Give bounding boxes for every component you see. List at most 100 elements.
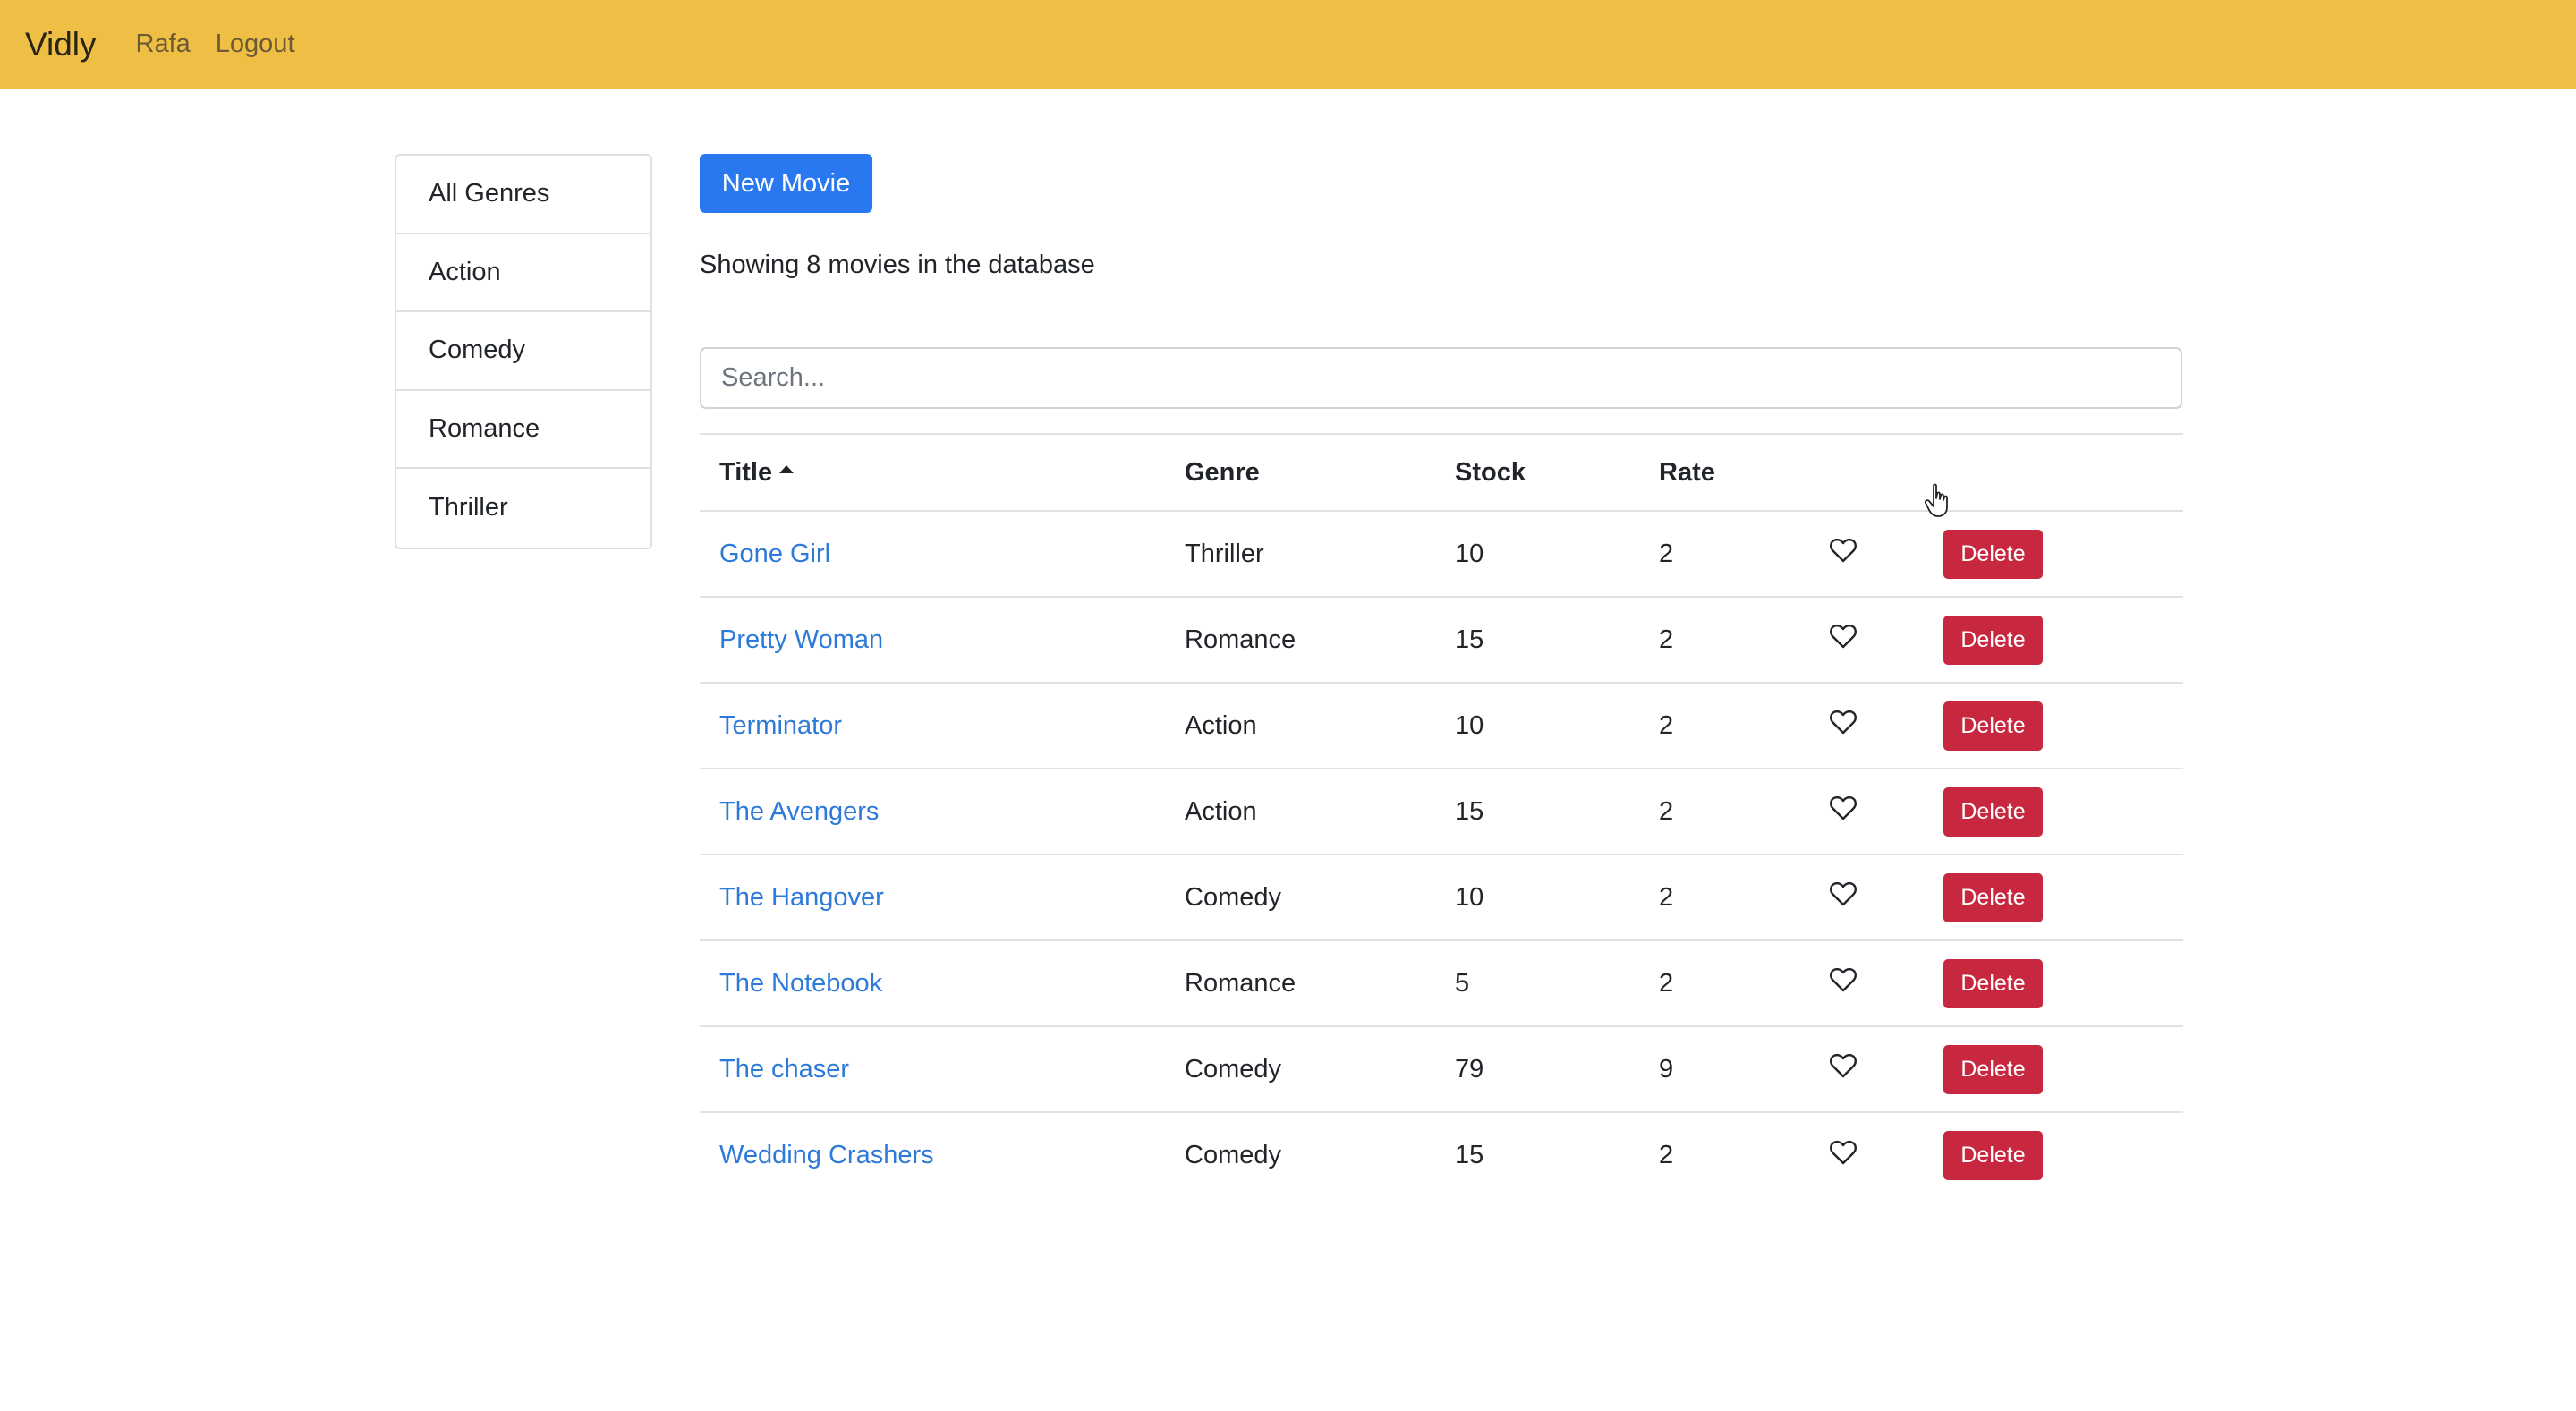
genre-list: All Genres Action Comedy Romance Thrille… [395, 154, 652, 549]
movie-title-link[interactable]: The chaser [719, 1055, 849, 1084]
heart-outline-icon[interactable] [1829, 880, 1858, 907]
table-row: The Avengers Action 15 2 Delete [700, 768, 2183, 854]
movie-title-link[interactable]: The Avengers [719, 797, 879, 826]
movie-title-link[interactable]: The Notebook [719, 969, 882, 998]
cell-like [1809, 682, 1926, 769]
genre-item-all[interactable]: All Genres [396, 156, 650, 234]
table-row: The Notebook Romance 5 2 Delete [700, 939, 2183, 1026]
nav-link-user[interactable]: Rafa [136, 30, 191, 59]
genre-item-action[interactable]: Action [396, 234, 650, 312]
column-header-title[interactable]: Title [700, 433, 1165, 512]
cell-rate: 2 [1639, 510, 1809, 597]
new-movie-button[interactable]: New Movie [700, 154, 872, 213]
table-row: The Hangover Comedy 10 2 Delete [700, 854, 2183, 940]
delete-button[interactable]: Delete [1943, 529, 2043, 579]
cell-actions: Delete [1926, 854, 2183, 940]
cell-actions: Delete [1926, 682, 2183, 769]
column-header-like [1809, 433, 1926, 512]
cell-like [1809, 854, 1926, 940]
cell-genre: Thriller [1165, 510, 1435, 597]
cell-stock: 79 [1435, 1025, 1639, 1112]
table-row: Terminator Action 10 2 Delete [700, 682, 2183, 769]
cell-rate: 2 [1639, 854, 1809, 940]
nav-link-logout[interactable]: Logout [216, 30, 295, 59]
cell-title: The chaser [700, 1025, 1165, 1112]
cell-like [1809, 596, 1926, 683]
cell-actions: Delete [1926, 939, 2183, 1026]
cell-genre: Comedy [1165, 1025, 1435, 1112]
cell-stock: 15 [1435, 768, 1639, 854]
cell-title: Wedding Crashers [700, 1111, 1165, 1198]
movie-count-text: Showing 8 movies in the database [700, 251, 1095, 279]
heart-outline-icon[interactable] [1829, 1139, 1858, 1166]
heart-outline-icon[interactable] [1829, 795, 1858, 821]
movie-title-link[interactable]: Terminator [719, 711, 842, 740]
delete-button[interactable]: Delete [1943, 701, 2043, 751]
movie-title-link[interactable]: Wedding Crashers [719, 1141, 934, 1169]
cell-like [1809, 1025, 1926, 1112]
cell-like [1809, 510, 1926, 597]
cell-title: The Hangover [700, 854, 1165, 940]
movies-table: Title Genre Stock Rate Gone Girl Thriller… [700, 433, 2183, 1198]
cell-stock: 15 [1435, 596, 1639, 683]
cell-rate: 2 [1639, 1111, 1809, 1198]
cell-like [1809, 768, 1926, 854]
cell-genre: Romance [1165, 596, 1435, 683]
cell-stock: 10 [1435, 510, 1639, 597]
column-header-actions [1926, 433, 2183, 512]
cell-actions: Delete [1926, 1111, 2183, 1198]
column-header-title-label: Title [719, 457, 773, 487]
cell-stock: 10 [1435, 682, 1639, 769]
cell-rate: 2 [1639, 768, 1809, 854]
brand-link[interactable]: Vidly [25, 26, 97, 64]
cell-genre: Romance [1165, 939, 1435, 1026]
heart-outline-icon[interactable] [1829, 966, 1858, 993]
movie-title-link[interactable]: Gone Girl [719, 540, 830, 568]
cell-like [1809, 939, 1926, 1026]
heart-outline-icon[interactable] [1829, 623, 1858, 650]
cell-title: Pretty Woman [700, 596, 1165, 683]
heart-outline-icon[interactable] [1829, 709, 1858, 735]
cell-genre: Action [1165, 682, 1435, 769]
table-row: Pretty Woman Romance 15 2 Delete [700, 596, 2183, 683]
hand-pointer-icon [1924, 483, 1948, 517]
delete-button[interactable]: Delete [1943, 615, 2043, 665]
movie-title-link[interactable]: The Hangover [719, 883, 884, 912]
cell-stock: 15 [1435, 1111, 1639, 1198]
cell-genre: Comedy [1165, 854, 1435, 940]
cell-genre: Action [1165, 768, 1435, 854]
column-header-genre[interactable]: Genre [1165, 433, 1435, 512]
cell-stock: 10 [1435, 854, 1639, 940]
cell-actions: Delete [1926, 768, 2183, 854]
cell-actions: Delete [1926, 510, 2183, 597]
delete-button[interactable]: Delete [1943, 1131, 2043, 1180]
heart-outline-icon[interactable] [1829, 537, 1858, 564]
navbar: Vidly Rafa Logout [0, 0, 2576, 89]
column-header-stock[interactable]: Stock [1435, 433, 1639, 512]
cell-genre: Comedy [1165, 1111, 1435, 1198]
table-header-row: Title Genre Stock Rate [700, 433, 2183, 512]
cell-rate: 2 [1639, 682, 1809, 769]
caret-up-icon [779, 464, 795, 473]
delete-button[interactable]: Delete [1943, 958, 2043, 1008]
genre-item-comedy[interactable]: Comedy [396, 312, 650, 391]
cell-actions: Delete [1926, 1025, 2183, 1112]
table-row: Gone Girl Thriller 10 2 Delete [700, 510, 2183, 597]
search-input[interactable] [700, 347, 2182, 409]
genre-item-romance[interactable]: Romance [396, 391, 650, 469]
delete-button[interactable]: Delete [1943, 872, 2043, 922]
cell-title: The Notebook [700, 939, 1165, 1026]
cell-stock: 5 [1435, 939, 1639, 1026]
genre-item-thriller[interactable]: Thriller [396, 469, 650, 548]
cell-title: Terminator [700, 682, 1165, 769]
cell-title: The Avengers [700, 768, 1165, 854]
delete-button[interactable]: Delete [1943, 786, 2043, 837]
heart-outline-icon[interactable] [1829, 1052, 1858, 1079]
column-header-rate[interactable]: Rate [1639, 433, 1809, 512]
movie-title-link[interactable]: Pretty Woman [719, 625, 883, 654]
movies-table-body: Gone Girl Thriller 10 2 Delete Pretty Woman Ro… [700, 510, 2183, 1198]
table-row: The chaser Comedy 79 9 Delete [700, 1025, 2183, 1112]
delete-button[interactable]: Delete [1943, 1044, 2043, 1094]
cell-actions: Delete [1926, 596, 2183, 683]
table-row: Wedding Crashers Comedy 15 2 Delete [700, 1111, 2183, 1198]
